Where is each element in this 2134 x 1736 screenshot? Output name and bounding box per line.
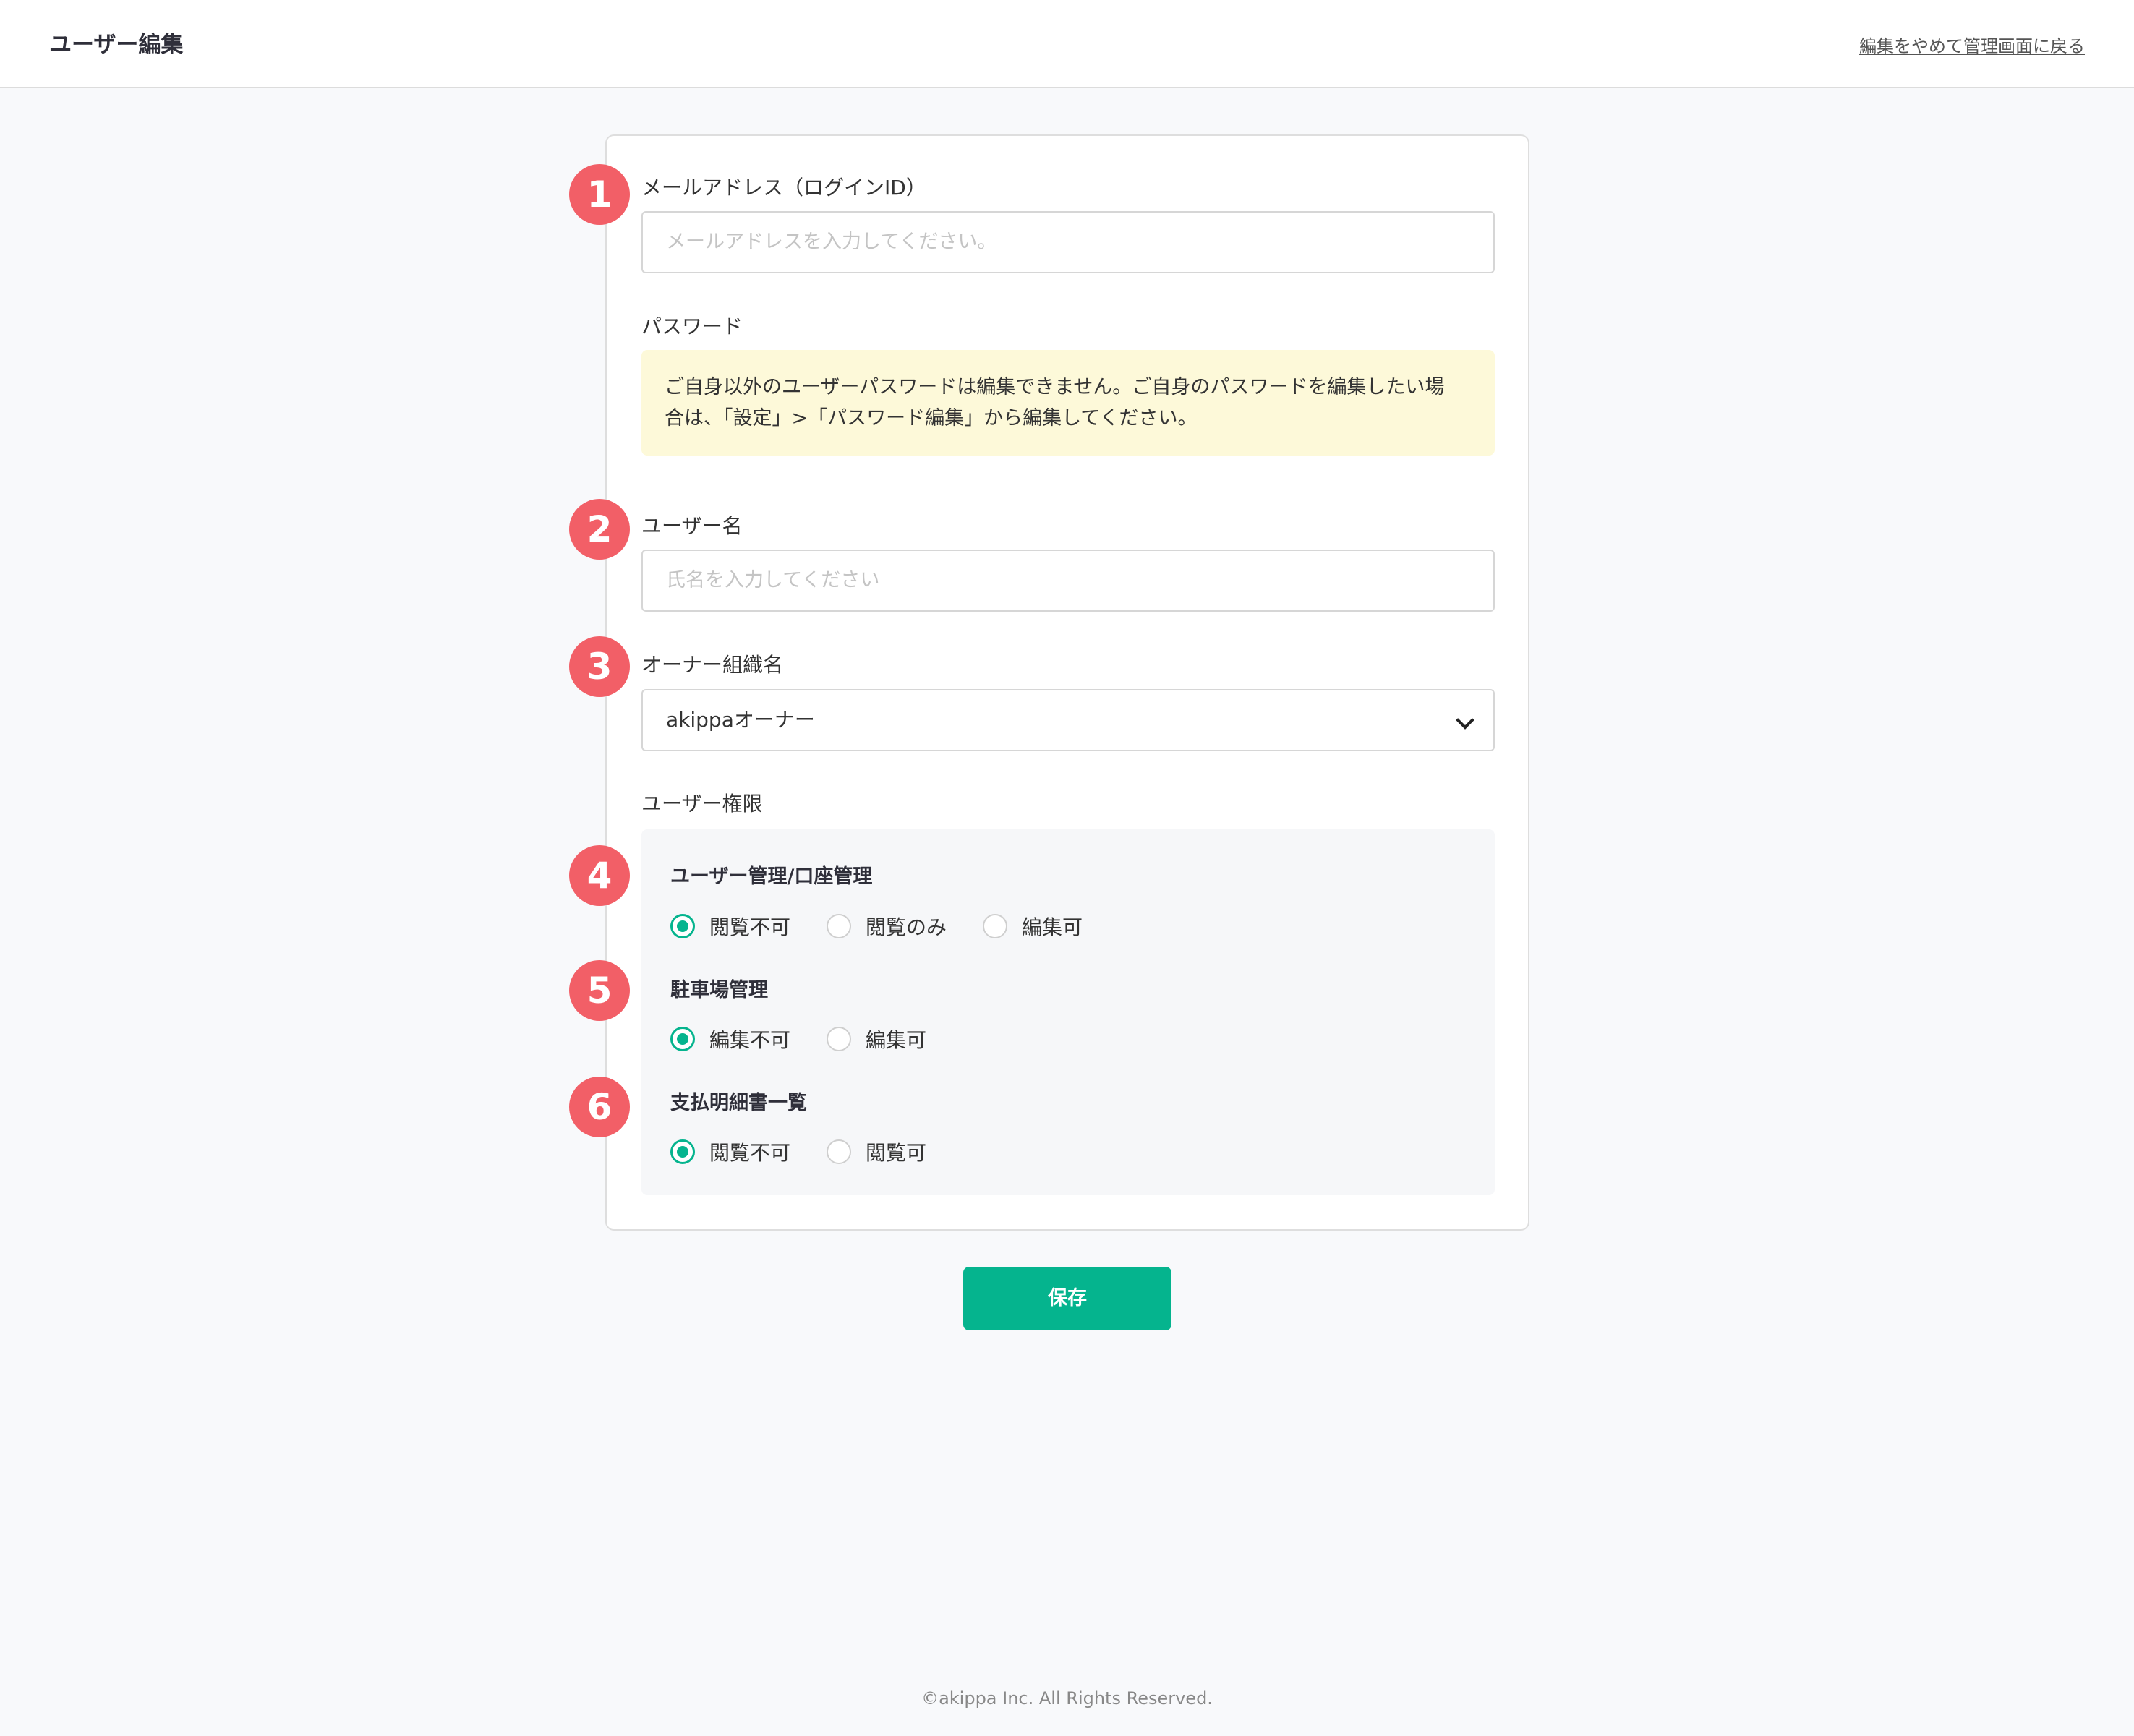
annotation-badge-1: 1 [569, 164, 630, 225]
password-label: パスワード [641, 315, 743, 338]
radio-parking-editable[interactable]: 編集可 [827, 1023, 926, 1055]
owner-org-selected-value: akippaオーナー [666, 708, 815, 732]
page-title: ユーザー編集 [49, 32, 184, 58]
radio-checked-icon [670, 914, 695, 938]
permission-group-user-account-title: ユーザー管理/口座管理 [670, 865, 873, 888]
annotation-badge-5: 5 [569, 960, 630, 1021]
radio-parking-edit-none[interactable]: 編集不可 [670, 1023, 790, 1055]
username-label: ユーザー名 [641, 514, 743, 538]
radio-label: 閲覧不可 [709, 1141, 791, 1165]
save-button[interactable]: 保存 [963, 1267, 1171, 1330]
radio-checked-icon [670, 1139, 695, 1164]
owner-org-label: オーナー組織名 [641, 653, 784, 677]
chevron-down-icon [1456, 711, 1474, 730]
radio-user-account-view-none[interactable]: 閲覧不可 [670, 910, 790, 942]
radio-label: 閲覧可 [866, 1141, 927, 1165]
radio-label: 閲覧不可 [709, 915, 791, 939]
password-notice-line1: ご自身以外のユーザーパスワードは編集できません。ご自身のパスワードを編集したい場 [665, 376, 1445, 398]
radio-unchecked-icon [827, 1139, 851, 1164]
radio-label: 編集不可 [709, 1028, 791, 1052]
email-field[interactable]: メールアドレスを入力してください。 [641, 211, 1495, 273]
annotation-badge-4: 4 [569, 845, 630, 906]
radio-unchecked-icon [827, 1027, 851, 1051]
email-label: メールアドレス（ログインID） [641, 176, 926, 200]
password-notice-line2: 合は、「設定」>「パスワード編集」から編集してください。 [665, 407, 1198, 429]
app-header: ユーザー編集 編集をやめて管理画面に戻る [0, 0, 2134, 88]
password-notice: ご自身以外のユーザーパスワードは編集できません。ご自身のパスワードを編集したい場… [641, 350, 1495, 456]
radio-unchecked-icon [983, 914, 1007, 938]
radio-label: 編集可 [866, 1028, 927, 1052]
permissions-label: ユーザー権限 [641, 792, 763, 816]
annotation-badge-6: 6 [569, 1077, 630, 1137]
radio-label: 編集可 [1022, 915, 1083, 939]
radio-user-account-view-only[interactable]: 閲覧のみ [827, 910, 947, 942]
footer-copyright: ©akippa Inc. All Rights Reserved. [921, 1688, 1213, 1709]
back-to-admin-link[interactable]: 編集をやめて管理画面に戻る [1859, 32, 2085, 57]
permission-group-parking-title: 駐車場管理 [670, 979, 768, 1001]
radio-user-account-editable[interactable]: 編集可 [983, 910, 1083, 942]
radio-label: 閲覧のみ [866, 915, 947, 939]
radio-checked-icon [670, 1027, 695, 1051]
annotation-badge-2: 2 [569, 499, 630, 560]
radio-statements-view-none[interactable]: 閲覧不可 [670, 1136, 790, 1168]
radio-unchecked-icon [827, 914, 851, 938]
owner-org-select[interactable]: akippaオーナー [641, 689, 1495, 751]
annotation-badge-3: 3 [569, 636, 630, 697]
username-field[interactable]: 氏名を入力してください [641, 550, 1495, 612]
radio-statements-viewable[interactable]: 閲覧可 [827, 1136, 926, 1168]
permission-group-statements-title: 支払明細書一覧 [670, 1092, 807, 1114]
